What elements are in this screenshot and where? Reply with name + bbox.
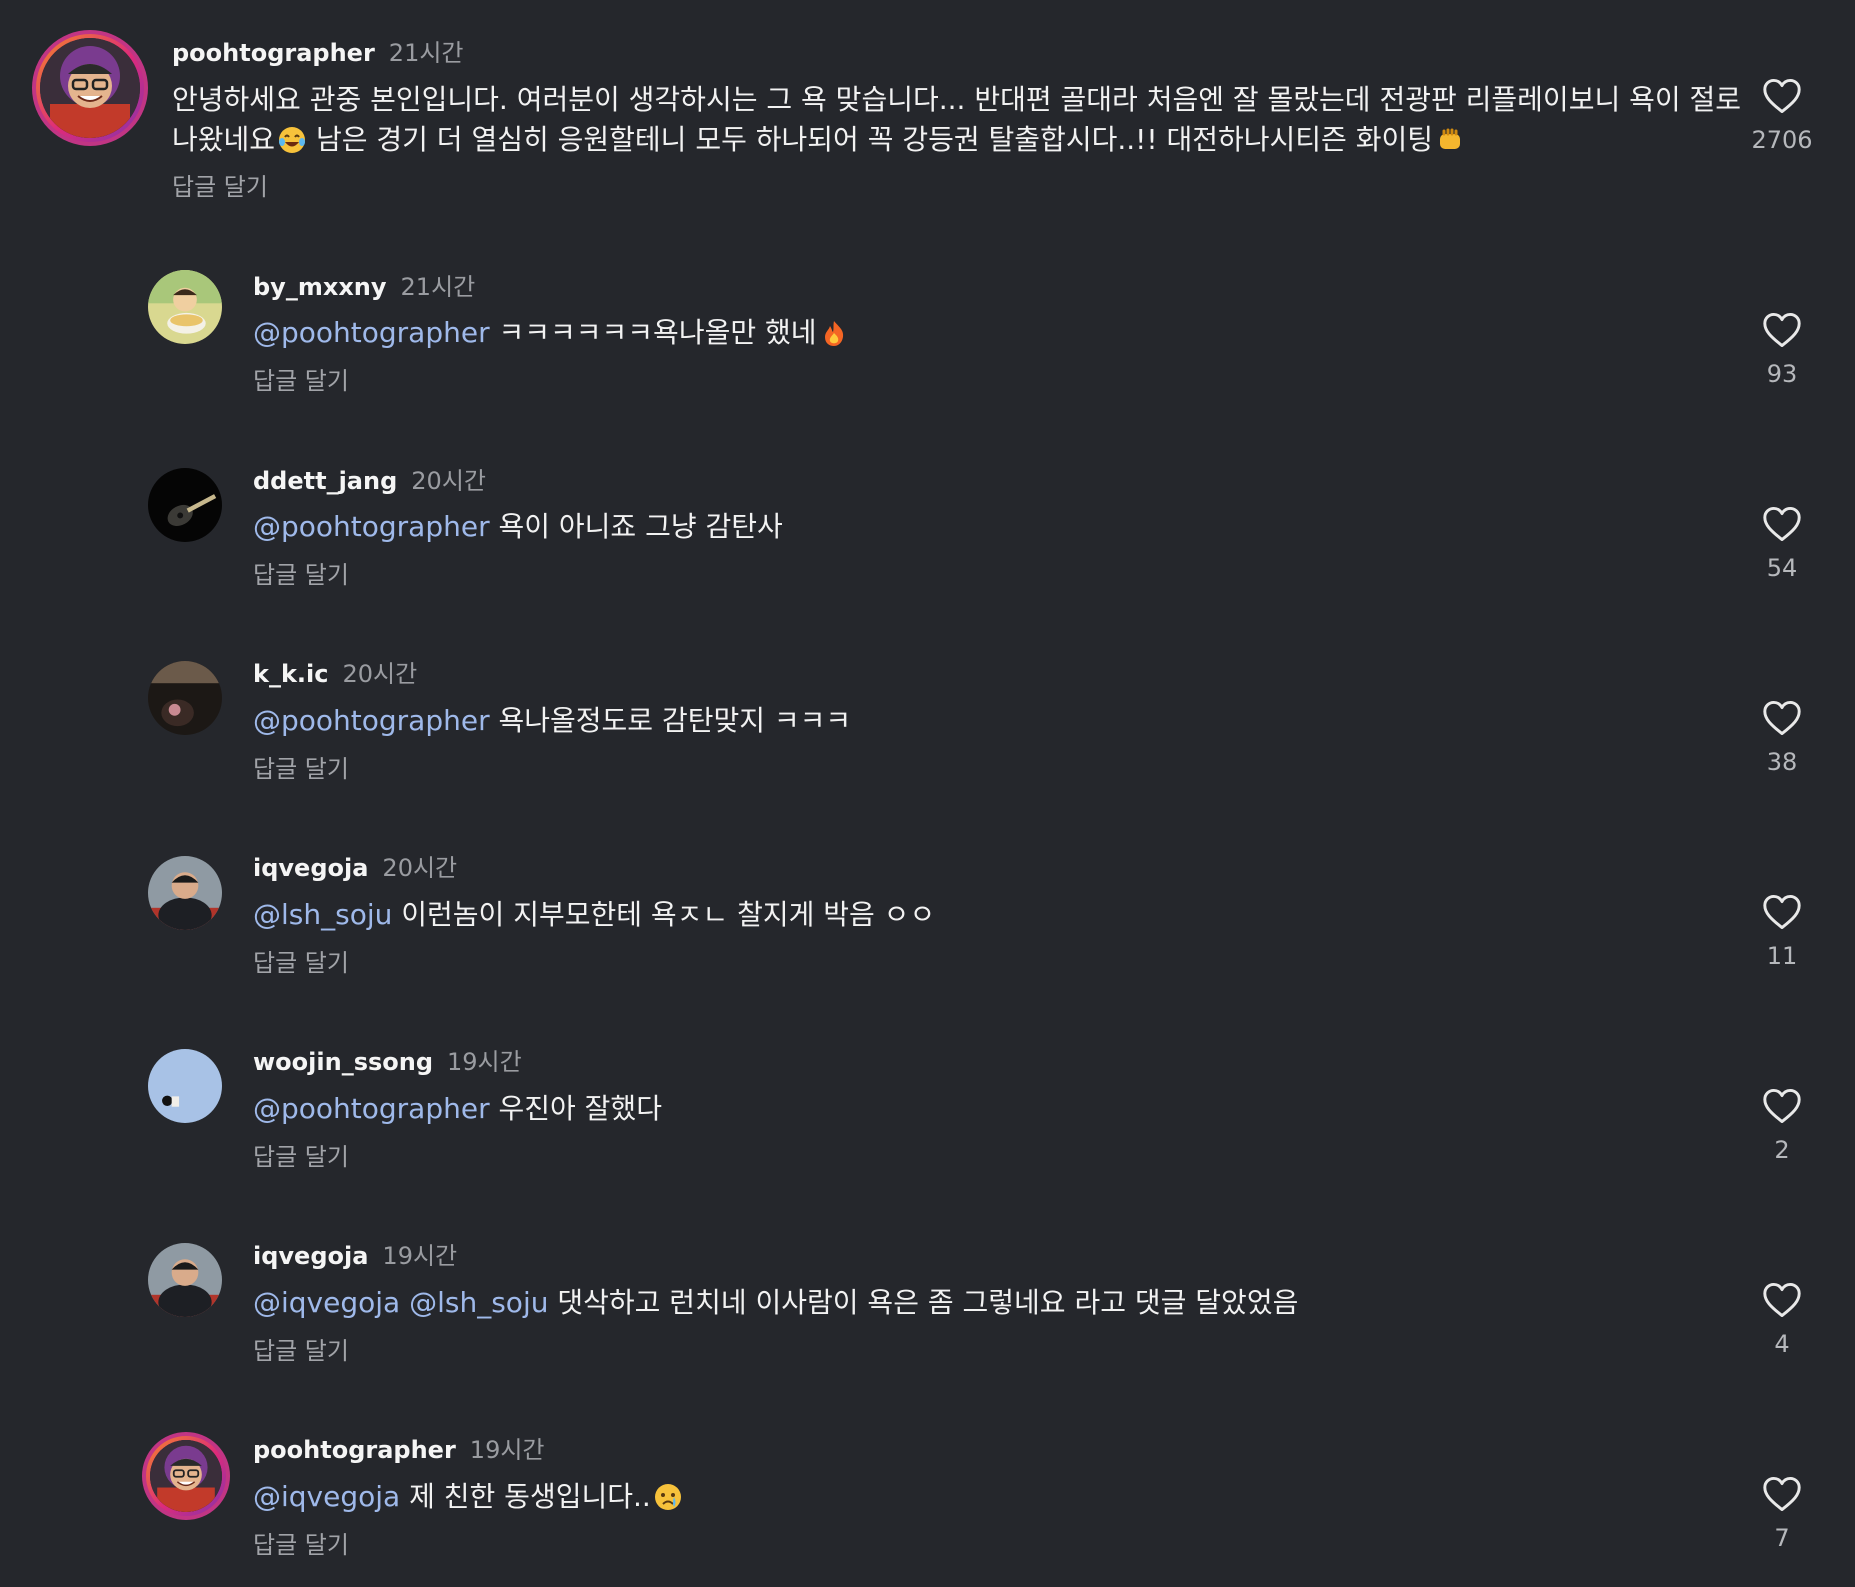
comment-body: @iqvegoja 제 친한 동생입니다.. (253, 1477, 683, 1517)
like-count: 2706 (1751, 126, 1813, 154)
username-link[interactable]: poohtographer (172, 39, 375, 67)
comment-text: 나왔네요 (172, 123, 276, 156)
avatar[interactable] (148, 1243, 222, 1317)
mention-link[interactable]: @lsh_soju (253, 898, 392, 931)
mention-link[interactable]: @iqvegoja (253, 1286, 400, 1319)
timestamp: 21시간 (388, 39, 464, 67)
heart-outline-icon (1763, 78, 1801, 114)
comment-text (400, 1286, 409, 1319)
avatar[interactable] (142, 1432, 230, 1520)
mention-link[interactable]: @poohtographer (253, 316, 490, 349)
avatar[interactable] (148, 1049, 222, 1123)
fire-emoji (819, 318, 849, 348)
like-button[interactable]: 54 (1742, 506, 1822, 582)
like-count: 93 (1766, 360, 1798, 388)
mention-link[interactable]: @lsh_soju (409, 1286, 548, 1319)
like-count: 54 (1766, 554, 1798, 582)
timestamp: 19시간 (469, 1436, 545, 1464)
timestamp: 20시간 (342, 660, 418, 688)
comment-body: @lsh_soju 이런놈이 지부모한테 욕ㅈㄴ 찰지게 박음 ㅇㅇ (253, 895, 935, 935)
username-link[interactable]: ddett_jang (253, 467, 397, 495)
like-count: 11 (1766, 942, 1798, 970)
heart-outline-icon (1763, 312, 1801, 348)
mention-link[interactable]: @poohtographer (253, 1092, 490, 1125)
like-button[interactable]: 2 (1742, 1088, 1822, 1164)
comment-text: 욕나올정도로 감탄맞지 ㅋㅋㅋ (489, 704, 852, 737)
comment-body: @poohtographer 우진아 잘했다 (253, 1089, 662, 1129)
laughing-tears-emoji (277, 125, 307, 155)
comment-text: 남은 경기 더 열심히 응원할테니 모두 하나되어 꼭 강등권 탈출합시다..!… (307, 123, 1433, 156)
mention-link[interactable]: @poohtographer (253, 510, 490, 543)
avatar[interactable] (32, 30, 148, 146)
reply-button[interactable]: 답글 달기 (253, 1142, 349, 1172)
comment-text: ㅋㅋㅋㅋㅋㅋ욕나올만 했네 (489, 316, 817, 349)
mention-link[interactable]: @poohtographer (253, 704, 490, 737)
heart-outline-icon (1763, 1088, 1801, 1124)
like-count: 38 (1766, 748, 1798, 776)
heart-outline-icon (1763, 1476, 1801, 1512)
comment-meta: ddett_jang 20시간 (253, 466, 486, 496)
comment-meta: by_mxxny 21시간 (253, 272, 475, 302)
like-button[interactable]: 7 (1742, 1476, 1822, 1552)
comment-text: 이런놈이 지부모한테 욕ㅈㄴ 찰지게 박음 ㅇㅇ (392, 898, 936, 931)
crying-emoji (653, 1482, 683, 1512)
reply-button[interactable]: 답글 달기 (253, 560, 349, 590)
comment-text: 우진아 잘했다 (489, 1092, 662, 1125)
timestamp: 21시간 (400, 273, 476, 301)
timestamp: 20시간 (411, 467, 486, 495)
heart-outline-icon (1763, 506, 1801, 542)
username-link[interactable]: iqvegoja (253, 1242, 368, 1270)
avatar[interactable] (148, 468, 222, 542)
comment-meta: poohtographer 19시간 (253, 1435, 545, 1465)
like-button[interactable]: 2706 (1742, 78, 1822, 154)
heart-outline-icon (1763, 1282, 1801, 1318)
username-link[interactable]: k_k.ic (253, 660, 329, 688)
like-button[interactable]: 38 (1742, 700, 1822, 776)
heart-outline-icon (1763, 894, 1801, 930)
reply-button[interactable]: 답글 달기 (253, 1530, 349, 1560)
comment-meta: k_k.ic 20시간 (253, 659, 417, 689)
like-count: 4 (1774, 1330, 1790, 1358)
comment-meta: iqvegoja 20시간 (253, 853, 457, 883)
like-button[interactable]: 4 (1742, 1282, 1822, 1358)
comment-meta: poohtographer 21시간 (172, 38, 464, 68)
like-count: 2 (1774, 1136, 1790, 1164)
comment-body: 안녕하세요 관중 본인입니다. 여러분이 생각하시는 그 욕 맞습니다... 반… (172, 80, 1741, 160)
heart-outline-icon (1763, 700, 1801, 736)
comment-text: 욕이 아니죠 그냥 감탄사 (489, 510, 783, 543)
username-link[interactable]: woojin_ssong (253, 1048, 433, 1076)
reply-button[interactable]: 답글 달기 (172, 172, 268, 202)
username-link[interactable]: by_mxxny (253, 273, 387, 301)
timestamp: 20시간 (382, 854, 458, 882)
reply-button[interactable]: 답글 달기 (253, 366, 349, 396)
timestamp: 19시간 (447, 1048, 522, 1076)
comment-thread: poohtographer 21시간 안녕하세요 관중 본인입니다. 여러분이 생각… (0, 0, 1855, 1587)
avatar[interactable] (148, 661, 222, 735)
comment-meta: iqvegoja 19시간 (253, 1241, 457, 1271)
comment-body: @poohtographer ㅋㅋㅋㅋㅋㅋ욕나올만 했네 (253, 313, 849, 353)
comment-text: 제 친한 동생입니다.. (400, 1480, 651, 1513)
comment-text: 댓삭하고 런치네 이사람이 욕은 좀 그렇네요 라고 댓글 달았었음 (548, 1286, 1299, 1319)
avatar[interactable] (148, 856, 222, 930)
reply-button[interactable]: 답글 달기 (253, 948, 349, 978)
timestamp: 19시간 (382, 1242, 458, 1270)
like-button[interactable]: 93 (1742, 312, 1822, 388)
comment-body: @poohtographer 욕이 아니죠 그냥 감탄사 (253, 507, 783, 547)
fist-emoji (1435, 125, 1465, 155)
username-link[interactable]: iqvegoja (253, 854, 368, 882)
like-count: 7 (1774, 1524, 1790, 1552)
mention-link[interactable]: @iqvegoja (253, 1480, 400, 1513)
reply-button[interactable]: 답글 달기 (253, 754, 349, 784)
reply-button[interactable]: 답글 달기 (253, 1336, 349, 1366)
like-button[interactable]: 11 (1742, 894, 1822, 970)
avatar[interactable] (148, 270, 222, 344)
comment-body: @iqvegoja @lsh_soju 댓삭하고 런치네 이사람이 욕은 좀 그… (253, 1283, 1298, 1323)
comment-meta: woojin_ssong 19시간 (253, 1047, 522, 1077)
username-link[interactable]: poohtographer (253, 1436, 456, 1464)
comment-body: @poohtographer 욕나올정도로 감탄맞지 ㅋㅋㅋ (253, 701, 851, 741)
comment-text: 안녕하세요 관중 본인입니다. 여러분이 생각하시는 그 욕 맞습니다... 반… (172, 83, 1742, 116)
